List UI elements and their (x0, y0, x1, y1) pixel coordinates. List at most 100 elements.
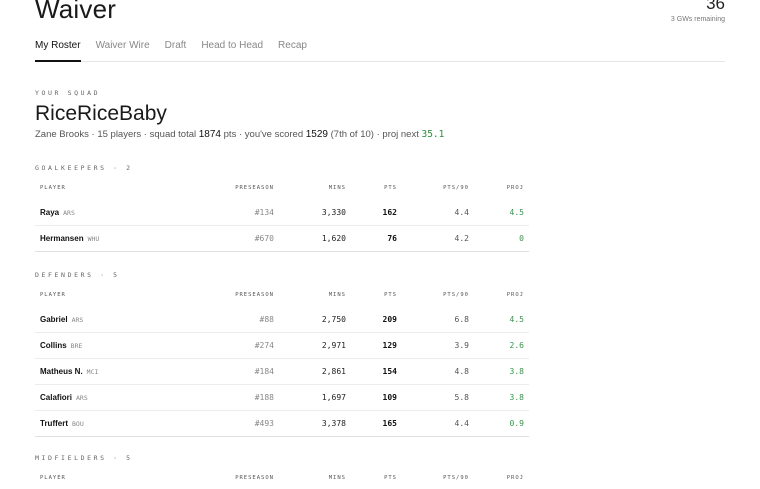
minutes-value: 1,620 (321, 234, 346, 243)
minutes-value: 1,697 (321, 393, 346, 402)
player-cell: Truffert BOU (40, 419, 84, 428)
col-header-proj[interactable]: PROJ (507, 292, 524, 298)
col-header-proj[interactable]: PROJ (507, 185, 524, 191)
player-cell: Hermansen WHU (40, 234, 99, 243)
table-row[interactable]: Collins BRE #274 2,971 129 3.9 2.6 (35, 333, 529, 359)
col-header-player[interactable]: PLAYER (40, 185, 66, 191)
tab-waiver-wire[interactable]: Waiver Wire (96, 40, 150, 62)
goalkeepers-table: PLAYER PRESEASON MINS PTS PTS/90 PROJ Raya ARS #… (35, 178, 529, 252)
squad-total-value: 1874 (198, 129, 221, 140)
tab-head-to-head[interactable]: Head to Head (201, 40, 263, 62)
player-name[interactable]: Hermansen (40, 234, 84, 243)
projection-value: 0 (519, 234, 524, 243)
tab-draft[interactable]: Draft (165, 40, 187, 62)
proj-next-label: proj next (382, 129, 419, 140)
player-name[interactable]: Gabriel (40, 315, 68, 324)
projection-value: 0.9 (509, 419, 524, 428)
table-row[interactable]: Gabriel ARS #88 2,750 209 6.8 4.5 (35, 307, 529, 333)
proj-next-value: 35.1 (421, 129, 445, 140)
player-name[interactable]: Matheus N. (40, 367, 83, 376)
points-per-90-value: 4.8 (454, 367, 469, 376)
gameweek-number: 36 (706, 0, 725, 13)
section-label-defenders: DEFENDERS · 5 (35, 271, 120, 279)
player-name[interactable]: Raya (40, 208, 59, 217)
section-label-goalkeepers: GOALKEEPERS · 2 (35, 164, 133, 172)
club-code: BOU (72, 420, 84, 428)
projection-value: 4.5 (509, 315, 524, 324)
col-header-player[interactable]: PLAYER (40, 475, 66, 481)
tab-bar: My Roster Waiver Wire Draft Head to Head… (35, 40, 725, 62)
preseason-rank: #188 (254, 393, 274, 402)
col-header-mins[interactable]: MINS (329, 475, 346, 481)
projection-value: 2.6 (509, 341, 524, 350)
table-header: PLAYER PRESEASON MINS PTS PTS/90 PROJ (35, 285, 529, 307)
col-header-preseason[interactable]: PRESEASON (235, 292, 274, 298)
points-value: 129 (382, 341, 397, 350)
minutes-value: 2,971 (321, 341, 346, 350)
points-value: 162 (382, 208, 397, 217)
minutes-value: 2,750 (321, 315, 346, 324)
table-row[interactable]: Raya ARS #134 3,330 162 4.4 4.5 (35, 200, 529, 226)
col-header-pts-per-90[interactable]: PTS/90 (443, 185, 469, 191)
points-per-90-value: 4.2 (454, 234, 469, 243)
squad-summary: Zane Brooks · 15 players · squad total 1… (35, 129, 445, 140)
squad-label: YOUR SQUAD (35, 89, 101, 97)
col-header-pts[interactable]: PTS (384, 292, 397, 298)
preseason-rank: #274 (254, 341, 274, 350)
col-header-mins[interactable]: MINS (329, 292, 346, 298)
points-per-90-value: 3.9 (454, 341, 469, 350)
player-cell: Gabriel ARS (40, 315, 83, 324)
club-code: WHU (87, 235, 100, 243)
club-code: BRE (70, 342, 83, 350)
tab-recap[interactable]: Recap (278, 40, 307, 62)
table-header: PLAYER PRESEASON MINS PTS PTS/90 PROJ (35, 178, 529, 200)
points-value: 76 (387, 234, 397, 243)
points-value: 209 (382, 315, 397, 324)
player-name[interactable]: Calafiori (40, 393, 72, 402)
points-value: 165 (382, 419, 397, 428)
preseason-rank: #88 (259, 315, 274, 324)
points-per-90-value: 5.8 (454, 393, 469, 402)
player-name[interactable]: Truffert (40, 419, 68, 428)
club-code: ARS (71, 316, 84, 324)
col-header-pts[interactable]: PTS (384, 475, 397, 481)
player-count: 15 players (97, 129, 142, 140)
preseason-rank: #493 (254, 419, 274, 428)
preseason-rank: #670 (254, 234, 274, 243)
team-name: RiceRiceBaby (35, 102, 167, 125)
table-row[interactable]: Calafiori ARS #188 1,697 109 5.8 3.8 (35, 385, 529, 411)
minutes-value: 2,861 (321, 367, 346, 376)
manager-name: Zane Brooks (35, 129, 89, 140)
player-cell: Raya ARS (40, 208, 75, 217)
club-code: ARS (63, 209, 75, 217)
points-per-90-value: 6.8 (454, 315, 469, 324)
section-label-midfielders: MIDFIELDERS · 5 (35, 454, 133, 462)
col-header-mins[interactable]: MINS (329, 185, 346, 191)
table-row[interactable]: Matheus N. MCI #184 2,861 154 4.8 3.8 (35, 359, 529, 385)
projection-value: 3.8 (509, 393, 524, 402)
col-header-preseason[interactable]: PRESEASON (235, 185, 274, 191)
col-header-pts[interactable]: PTS (384, 185, 397, 191)
preseason-rank: #184 (254, 367, 274, 376)
player-cell: Matheus N. MCI (40, 367, 98, 376)
col-header-preseason[interactable]: PRESEASON (235, 475, 274, 481)
points-per-90-value: 4.4 (454, 419, 469, 428)
squad-total-label: squad total (149, 129, 197, 140)
table-row[interactable]: Truffert BOU #493 3,378 165 4.4 0.9 (35, 411, 529, 437)
points-value: 154 (382, 367, 397, 376)
player-name[interactable]: Collins (40, 341, 67, 350)
points-per-90-value: 4.4 (454, 208, 469, 217)
defenders-table: PLAYER PRESEASON MINS PTS PTS/90 PROJ Gabriel A… (35, 285, 529, 437)
points-value: 109 (382, 393, 397, 402)
projection-value: 3.8 (509, 367, 524, 376)
minutes-value: 3,378 (321, 419, 346, 428)
col-header-pts-per-90[interactable]: PTS/90 (443, 475, 469, 481)
col-header-pts-per-90[interactable]: PTS/90 (443, 292, 469, 298)
col-header-proj[interactable]: PROJ (507, 475, 524, 481)
col-header-player[interactable]: PLAYER (40, 292, 66, 298)
table-row[interactable]: Hermansen WHU #670 1,620 76 4.2 0 (35, 226, 529, 252)
minutes-value: 3,330 (321, 208, 346, 217)
tab-my-roster[interactable]: My Roster (35, 40, 81, 62)
player-cell: Calafiori ARS (40, 393, 88, 402)
squad-total-unit: pts (223, 129, 237, 140)
